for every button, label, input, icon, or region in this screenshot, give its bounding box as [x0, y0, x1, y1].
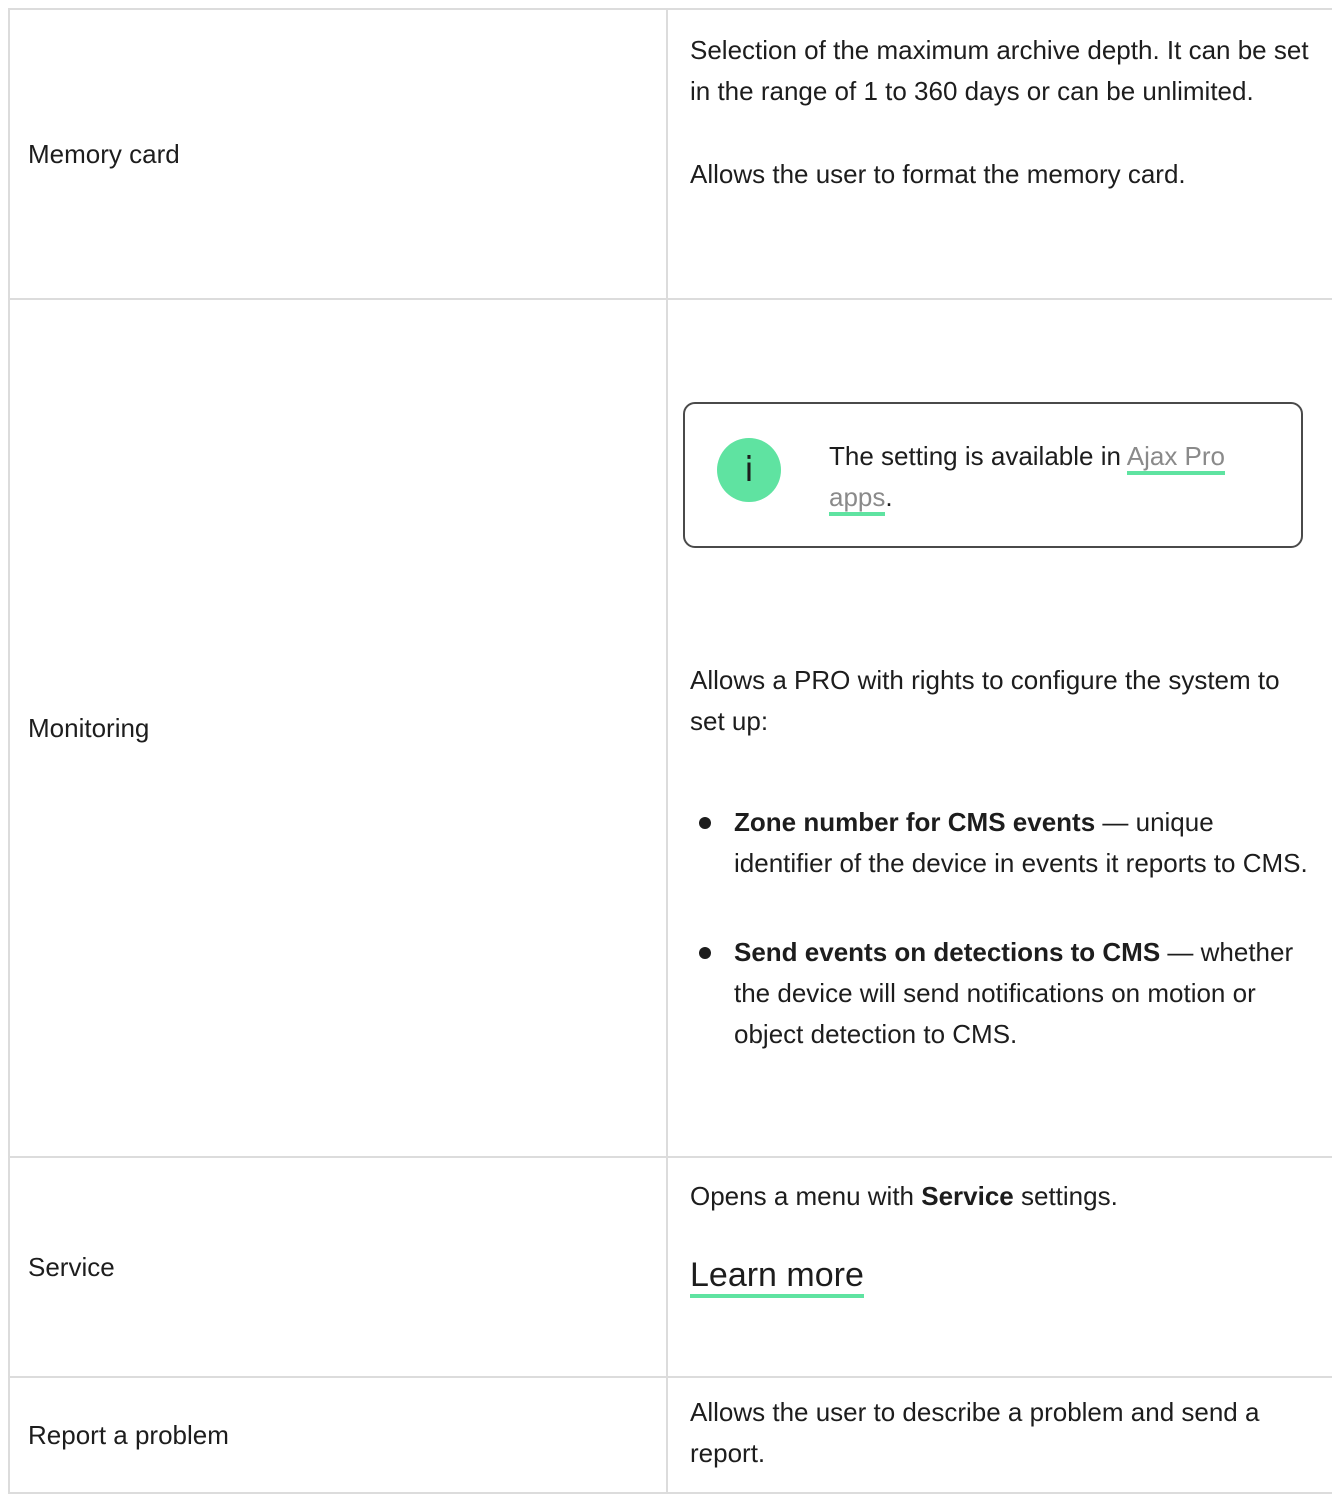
description-text: Opens a menu with Service settings. — [690, 1176, 1318, 1217]
info-icon: i — [717, 438, 781, 502]
row-label: Report a problem — [8, 1378, 668, 1492]
description-text: Allows the user to format the memory car… — [690, 159, 1186, 189]
description-text: Allows the user to describe a problem an… — [690, 1397, 1260, 1468]
row-label: Memory card — [8, 10, 668, 298]
bullet-list: Zone number for CMS events — unique iden… — [690, 802, 1318, 1055]
row-description: Selection of the maximum archive depth. … — [668, 10, 1332, 298]
list-item: Zone number for CMS events — unique iden… — [690, 802, 1318, 884]
row-label: Monitoring — [8, 300, 668, 1156]
learn-more-wrap: Learn more — [690, 1255, 1318, 1298]
info-callout: i The setting is available in Ajax Pro a… — [683, 402, 1303, 548]
list-item: Send events on detections to CMS — wheth… — [690, 932, 1318, 1055]
text-segment: Opens a menu with — [690, 1181, 922, 1211]
info-text: The setting is available in Ajax Pro app… — [829, 436, 1279, 518]
text-segment: settings. — [1013, 1181, 1118, 1211]
table-row-memory-card: Memory card Selection of the maximum arc… — [8, 8, 1332, 300]
bold-term: Service — [921, 1181, 1014, 1211]
bullet-term: Zone number for CMS events — [734, 807, 1096, 837]
bullet-term: Send events on detections to CMS — [734, 937, 1161, 967]
settings-table: Memory card Selection of the maximum arc… — [8, 8, 1332, 1494]
text-segment: The setting is available in — [829, 441, 1127, 471]
learn-more-link[interactable]: Learn more — [690, 1256, 864, 1298]
table-row-report-problem: Report a problem Allows the user to desc… — [8, 1378, 1332, 1494]
text-segment: . — [885, 482, 893, 512]
table-row-service: Service Opens a menu with Service settin… — [8, 1158, 1332, 1378]
row-description: Allows the user to describe a problem an… — [668, 1378, 1332, 1492]
row-label: Service — [8, 1158, 668, 1376]
row-description: Opens a menu with Service settings. Lear… — [668, 1158, 1332, 1376]
description-text: Selection of the maximum archive depth. … — [690, 35, 1309, 106]
description-text: Allows a PRO with rights to configure th… — [690, 665, 1280, 736]
